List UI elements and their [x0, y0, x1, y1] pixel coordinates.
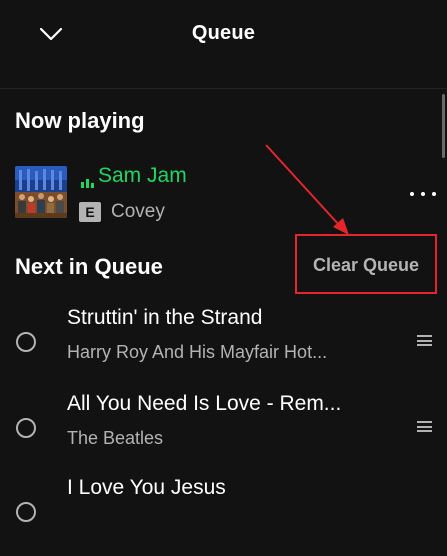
track-title: Struttin' in the Strand	[67, 306, 263, 329]
queue-track-row[interactable]: All You Need Is Love - Rem... The Beatle…	[0, 392, 447, 472]
track-artist: Harry Roy And His Mayfair Hot...	[67, 342, 328, 362]
queue-header: Queue	[0, 0, 447, 70]
select-radio[interactable]	[16, 418, 36, 438]
page-title: Queue	[191, 22, 256, 44]
more-options-button[interactable]	[410, 184, 436, 204]
select-radio[interactable]	[16, 332, 36, 352]
more-horizontal-icon	[410, 192, 414, 196]
drag-handle-icon[interactable]	[417, 335, 432, 346]
track-title: All You Need Is Love - Rem...	[67, 392, 342, 415]
explicit-badge: E	[79, 202, 101, 222]
now-playing-heading: Now playing	[15, 108, 145, 133]
now-playing-artist: Covey	[111, 201, 165, 222]
clear-queue-button[interactable]: Clear Queue	[313, 255, 419, 276]
select-radio[interactable]	[16, 502, 36, 522]
scrollbar[interactable]	[442, 94, 445, 158]
queue-track-row[interactable]: Struttin' in the Strand Harry Roy And Hi…	[0, 306, 447, 386]
more-horizontal-icon	[421, 192, 425, 196]
header-divider	[0, 88, 447, 89]
track-artist: The Beatles	[67, 428, 164, 448]
next-in-queue-heading: Next in Queue	[15, 254, 163, 279]
track-title: I Love You Jesus	[67, 476, 226, 499]
now-playing-row[interactable]: Sam Jam E Covey	[0, 160, 447, 224]
now-playing-title: Sam Jam	[98, 164, 187, 187]
drag-handle-icon[interactable]	[417, 421, 432, 432]
equalizer-icon	[81, 179, 94, 188]
more-horizontal-icon	[432, 192, 436, 196]
album-art	[15, 166, 67, 218]
queue-track-row[interactable]: I Love You Jesus	[0, 476, 447, 556]
